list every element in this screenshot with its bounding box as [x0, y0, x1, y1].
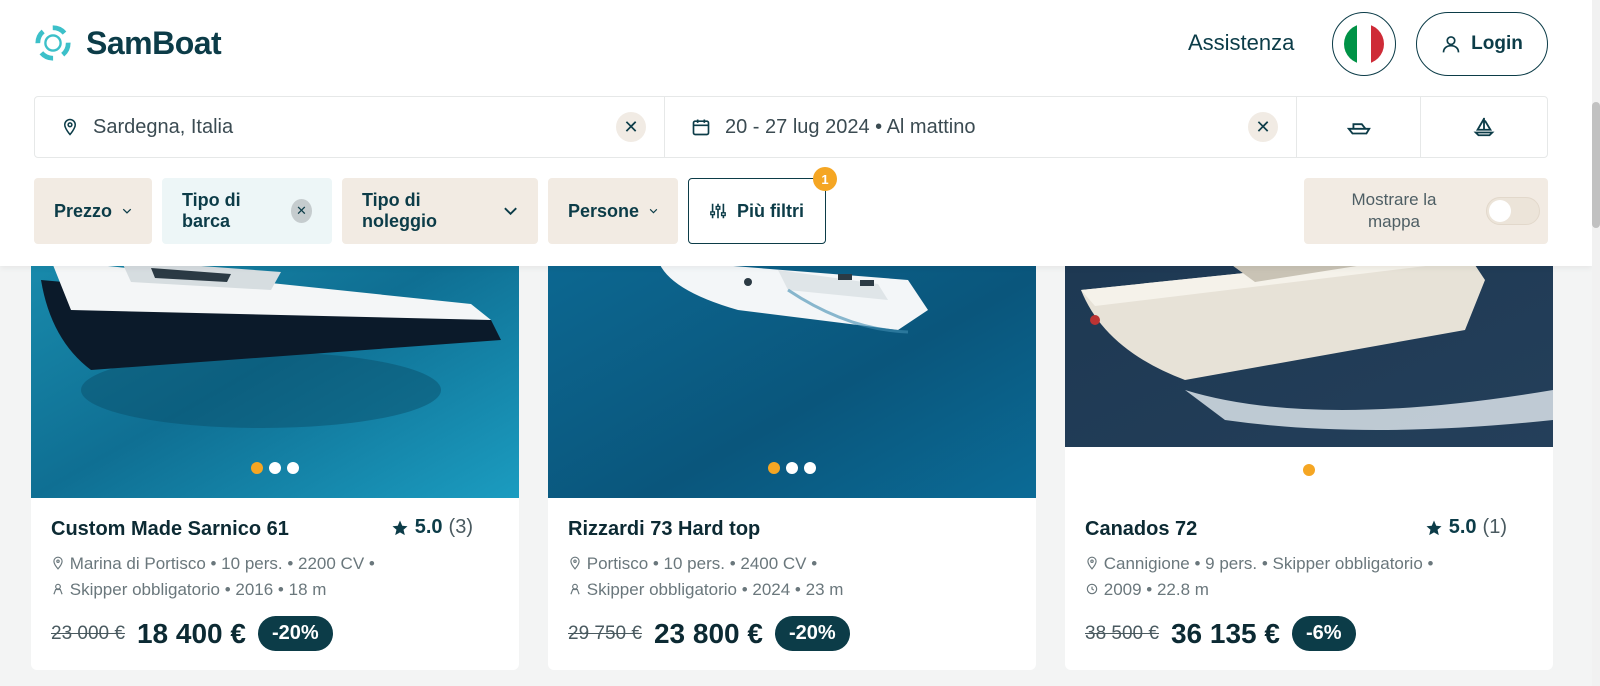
boat-title[interactable]: Canados 72	[1085, 518, 1197, 541]
lifebuoy-icon	[35, 25, 71, 61]
chevron-down-icon	[122, 208, 132, 214]
scrollbar[interactable]	[1592, 0, 1600, 686]
boat-meta-text: 2009 • 22.8 m	[1103, 580, 1209, 599]
boat-card[interactable]: Custom Made Sarnico 61 5.0 (3) Marina di…	[31, 220, 519, 670]
review-count: (1)	[1482, 516, 1507, 538]
carousel-dots[interactable]	[1065, 464, 1553, 476]
clear-boat-type-icon[interactable]: ✕	[290, 199, 312, 223]
assistenza-link[interactable]: Assistenza	[1188, 30, 1294, 56]
price-row: 23 000 € 18 400 € -20%	[51, 616, 333, 651]
carousel-dot[interactable]	[1303, 464, 1315, 476]
boat-title[interactable]: Rizzardi 73 Hard top	[568, 518, 760, 541]
scrollbar-thumb[interactable]	[1592, 102, 1600, 228]
carousel-dots[interactable]	[548, 462, 1036, 474]
samboat-logo[interactable]: SamBoat	[34, 24, 222, 62]
location-value: Sardegna, Italia	[93, 115, 234, 138]
boat-title[interactable]: Custom Made Sarnico 61	[51, 518, 289, 541]
rental-type-filter[interactable]: Tipo di noleggio	[342, 178, 538, 244]
old-price: 38 500 €	[1085, 622, 1159, 644]
show-map-control[interactable]: Mostrare la mappa	[1304, 178, 1548, 244]
price-row: 38 500 € 36 135 € -6%	[1085, 616, 1356, 651]
price-filter[interactable]: Prezzo	[34, 178, 152, 244]
rental-type-filter-label: Tipo di noleggio	[362, 190, 437, 231]
boat-meta-text: Portisco • 10 pers. • 2400 CV •	[586, 554, 818, 573]
filter-bar: Prezzo Tipo di barca ✕ Tipo di noleggio …	[34, 167, 837, 244]
boat-rating: 5.0 (1)	[1425, 516, 1507, 539]
search-bar: Sardegna, Italia ✕ 20 - 27 lug 2024 • Al…	[34, 96, 1548, 158]
location-field[interactable]: Sardegna, Italia ✕	[35, 97, 665, 157]
user-icon	[1442, 36, 1460, 53]
current-price: 18 400 €	[136, 617, 246, 649]
boat-meta-line: 2009 • 22.8 m	[1085, 580, 1537, 600]
star-icon	[1426, 520, 1442, 535]
pin-icon	[1087, 556, 1097, 570]
pin-icon	[53, 556, 63, 570]
current-price: 23 800 €	[653, 617, 763, 649]
boat-type-filter-label: Tipo di barca	[182, 190, 241, 231]
date-value: 20 - 27 lug 2024 • Al mattino	[725, 115, 976, 138]
people-filter[interactable]: Persone	[548, 178, 678, 244]
price-row: 29 750 € 23 800 € -20%	[568, 616, 850, 651]
carousel-dot[interactable]	[269, 462, 281, 474]
boat-meta-text: Marina di Portisco • 10 pers. • 2200 CV …	[69, 554, 375, 573]
boat-meta-line: Portisco • 10 pers. • 2400 CV •	[568, 554, 1020, 574]
boat-meta-text: Skipper obbligatorio • 2016 • 18 m	[69, 580, 327, 599]
review-count: (3)	[448, 516, 473, 538]
motorboat-icon	[1346, 123, 1371, 135]
login-label: Login	[1471, 33, 1523, 54]
boat-type-filter[interactable]: Tipo di barca ✕	[162, 178, 332, 244]
clear-date-button[interactable]: ✕	[1248, 112, 1278, 142]
carousel-dot[interactable]	[804, 462, 816, 474]
sailboat-type-button[interactable]	[1421, 97, 1547, 157]
motorboat-type-button[interactable]	[1297, 97, 1421, 157]
boat-meta-line: Skipper obbligatorio • 2024 • 23 m	[568, 580, 1020, 600]
rating-value: 5.0	[414, 516, 443, 538]
carousel-dot[interactable]	[786, 462, 798, 474]
italy-flag-icon	[1344, 24, 1384, 64]
location-pin-icon	[63, 118, 77, 136]
pin-icon	[570, 556, 580, 570]
boat-card[interactable]: Rizzardi 73 Hard top Portisco • 10 pers.…	[548, 220, 1036, 670]
carousel-dot[interactable]	[287, 462, 299, 474]
star-icon	[392, 520, 408, 535]
old-price: 23 000 €	[51, 622, 125, 644]
people-filter-label: Persone	[568, 200, 640, 221]
skipper-icon	[570, 583, 580, 595]
site-header: SamBoat Assistenza Login Sardegna, Itali…	[0, 0, 1592, 266]
login-button[interactable]: Login	[1416, 12, 1548, 76]
discount-badge: -20%	[257, 616, 333, 651]
language-button[interactable]	[1332, 12, 1396, 76]
boat-meta-line: Marina di Portisco • 10 pers. • 2200 CV …	[51, 554, 503, 574]
history-icon	[1086, 583, 1098, 595]
sailboat-icon	[1473, 117, 1495, 137]
calendar-icon	[692, 119, 710, 136]
boat-meta-line: Cannigione • 9 pers. • Skipper obbligato…	[1085, 554, 1537, 574]
boat-meta-text: Skipper obbligatorio • 2024 • 23 m	[586, 580, 844, 599]
boat-meta-text: Cannigione • 9 pers. • Skipper obbligato…	[1103, 554, 1434, 573]
discount-badge: -20%	[774, 616, 850, 651]
boat-card[interactable]: Canados 72 5.0 (1) Cannigione • 9 pers. …	[1065, 220, 1553, 670]
show-map-label: Mostrare la mappa	[1351, 190, 1437, 231]
sliders-icon	[710, 203, 726, 219]
skipper-icon	[53, 583, 63, 595]
carousel-dot[interactable]	[251, 462, 263, 474]
clear-location-button[interactable]: ✕	[616, 112, 646, 142]
boat-meta-line: Skipper obbligatorio • 2016 • 18 m	[51, 580, 503, 600]
chevron-down-icon	[504, 207, 517, 216]
more-filters-button[interactable]: Più filtri 1	[688, 167, 837, 244]
date-field[interactable]: 20 - 27 lug 2024 • Al mattino ✕	[665, 97, 1297, 157]
boat-rating: 5.0 (3)	[391, 516, 473, 539]
chevron-down-icon	[649, 208, 658, 214]
discount-badge: -6%	[1291, 616, 1356, 651]
map-toggle-switch[interactable]	[1486, 197, 1540, 225]
price-filter-label: Prezzo	[54, 200, 113, 221]
filter-count-badge: 1	[813, 167, 837, 191]
carousel-dot[interactable]	[768, 462, 780, 474]
carousel-dots[interactable]	[31, 462, 519, 474]
current-price: 36 135 €	[1170, 617, 1280, 649]
rating-value: 5.0	[1448, 516, 1477, 538]
old-price: 29 750 €	[568, 622, 642, 644]
brand-name: SamBoat	[86, 24, 222, 61]
more-filters-label: Più filtri	[737, 200, 804, 221]
